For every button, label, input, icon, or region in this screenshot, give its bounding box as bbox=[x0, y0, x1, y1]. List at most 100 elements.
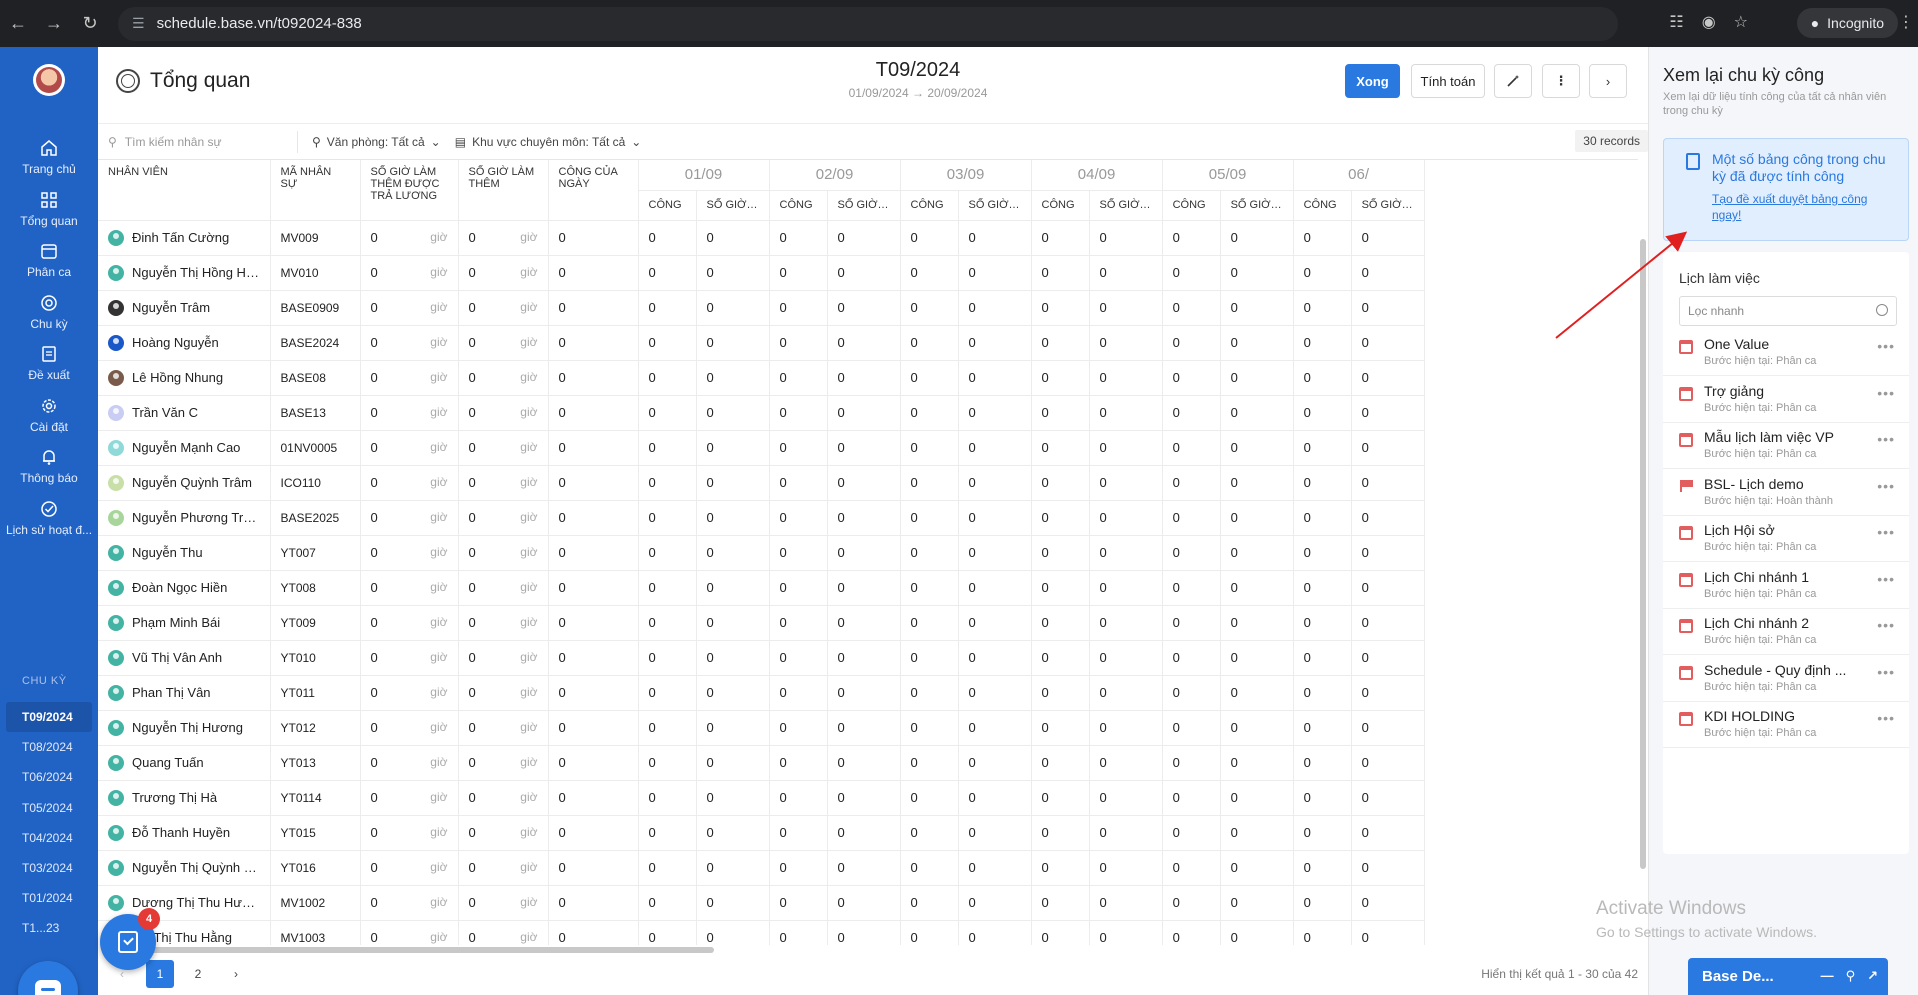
site-info-icon[interactable]: ☰ bbox=[132, 15, 145, 32]
more-horizontal-icon[interactable]: ••• bbox=[1877, 617, 1895, 633]
forward-icon[interactable]: → bbox=[36, 6, 72, 42]
star-icon[interactable]: ☆ bbox=[1734, 12, 1748, 32]
hours-input[interactable]: 0 giờ bbox=[469, 615, 538, 630]
search-icon[interactable]: ⚲ bbox=[1846, 968, 1856, 984]
hours-input[interactable]: 0 giờ bbox=[469, 370, 538, 385]
hours-input[interactable]: 0 giờ bbox=[469, 440, 538, 455]
schedule-item[interactable]: Lịch Chi nhánh 1 Bước hiện tại: Phân ca ••… bbox=[1663, 563, 1909, 609]
more-horizontal-icon[interactable]: ••• bbox=[1877, 571, 1895, 587]
hours-input[interactable]: 0 giờ bbox=[371, 440, 448, 455]
employee-cell[interactable]: Lê Hồng Nhung bbox=[108, 369, 260, 386]
employee-cell[interactable]: Nguyễn Mạnh Cao bbox=[108, 439, 260, 456]
next-period-button[interactable]: › bbox=[1589, 64, 1627, 98]
page-1-button[interactable]: 1 bbox=[146, 960, 174, 988]
more-horizontal-icon[interactable]: ••• bbox=[1877, 431, 1895, 447]
hours-input[interactable]: 0 giờ bbox=[371, 405, 448, 420]
sidebar-item-4[interactable]: Chu kỳ bbox=[0, 293, 98, 331]
hours-input[interactable]: 0 giờ bbox=[469, 825, 538, 840]
more-horizontal-icon[interactable]: ••• bbox=[1877, 385, 1895, 401]
base-widget[interactable]: Base De... — ⚲ ↗ bbox=[1688, 958, 1888, 995]
employee-cell[interactable]: Dương Thị Thu Hương bbox=[108, 894, 260, 911]
chat-button[interactable] bbox=[18, 961, 78, 995]
employee-cell[interactable]: Nguyễn Phương Trang bbox=[108, 509, 260, 526]
hours-input[interactable]: 0 giờ bbox=[371, 300, 448, 315]
incognito-badge[interactable]: ● Incognito bbox=[1796, 8, 1898, 38]
hours-input[interactable]: 0 giờ bbox=[371, 685, 448, 700]
hours-input[interactable]: 0 giờ bbox=[371, 510, 448, 525]
employee-cell[interactable]: Vũ Thị Vân Anh bbox=[108, 649, 260, 666]
create-approval-link[interactable]: Tạo đề xuất duyệt bảng công ngay! bbox=[1712, 191, 1898, 223]
back-icon[interactable]: ← bbox=[0, 6, 36, 42]
more-horizontal-icon[interactable]: ••• bbox=[1877, 664, 1895, 680]
employee-cell[interactable]: Phạm Minh Bái bbox=[108, 614, 260, 631]
employee-cell[interactable]: Nguyễn Trâm bbox=[108, 299, 260, 316]
hours-input[interactable]: 0 giờ bbox=[371, 825, 448, 840]
hours-input[interactable]: 0 giờ bbox=[469, 335, 538, 350]
cycle-item[interactable]: T09/2024 bbox=[6, 702, 92, 732]
hours-input[interactable]: 0 giờ bbox=[371, 545, 448, 560]
task-button[interactable]: 4 bbox=[100, 908, 160, 970]
reload-icon[interactable]: ↻ bbox=[72, 6, 108, 42]
minimize-icon[interactable]: — bbox=[1821, 968, 1834, 984]
employee-cell[interactable]: Nguyễn Thị Hồng Hạnh bbox=[108, 264, 260, 281]
more-horizontal-icon[interactable]: ••• bbox=[1877, 338, 1895, 354]
hours-input[interactable]: 0 giờ bbox=[469, 755, 538, 770]
calculate-button[interactable]: Tính toán bbox=[1411, 64, 1485, 98]
schedule-item[interactable]: KDI HOLDING Bước hiện tại: Phân ca ••• bbox=[1663, 702, 1909, 748]
hours-input[interactable]: 0 giờ bbox=[371, 370, 448, 385]
employee-cell[interactable]: Đỗ Thanh Huyền bbox=[108, 824, 260, 841]
hours-input[interactable]: 0 giờ bbox=[371, 475, 448, 490]
schedule-item[interactable]: Lịch Chi nhánh 2 Bước hiện tại: Phân ca ••… bbox=[1663, 609, 1909, 655]
employee-cell[interactable]: Trần Văn C bbox=[108, 404, 260, 421]
cycle-item[interactable]: T06/2024 bbox=[6, 762, 92, 792]
schedule-item[interactable]: Trợ giảng Bước hiện tại: Phân ca ••• bbox=[1663, 377, 1909, 423]
hours-input[interactable]: 0 giờ bbox=[371, 790, 448, 805]
hours-input[interactable]: 0 giờ bbox=[371, 930, 448, 945]
office-filter[interactable]: ⚲ Văn phòng: Tất cả ⌄ bbox=[312, 135, 441, 149]
sidebar-item-1[interactable]: Trang chủ bbox=[0, 138, 98, 176]
schedule-item[interactable]: BSL- Lịch demo Bước hiện tại: Hoàn thành •… bbox=[1663, 470, 1909, 516]
cycle-item[interactable]: T08/2024 bbox=[6, 732, 92, 762]
sidebar-item-6[interactable]: Cài đặt bbox=[0, 396, 98, 434]
quick-filter-input[interactable]: Lọc nhanh bbox=[1679, 296, 1897, 326]
employee-cell[interactable]: Đinh Tấn Cường bbox=[108, 229, 260, 246]
hours-input[interactable]: 0 giờ bbox=[371, 720, 448, 735]
cycle-item[interactable]: T01/2024 bbox=[6, 883, 92, 913]
sidebar-item-2[interactable]: Tổng quan bbox=[0, 190, 98, 228]
hours-input[interactable]: 0 giờ bbox=[469, 685, 538, 700]
hours-input[interactable]: 0 giờ bbox=[371, 755, 448, 770]
more-horizontal-icon[interactable]: ••• bbox=[1877, 710, 1895, 726]
employee-cell[interactable]: Nguyễn Quỳnh Trâm bbox=[108, 474, 260, 491]
eye-off-icon[interactable]: ◉ bbox=[1702, 12, 1716, 32]
hours-input[interactable]: 0 giờ bbox=[469, 895, 538, 910]
hours-input[interactable]: 0 giờ bbox=[469, 545, 538, 560]
hours-input[interactable]: 0 giờ bbox=[371, 650, 448, 665]
schedule-item[interactable]: One Value Bước hiện tại: Phân ca ••• bbox=[1663, 330, 1909, 376]
external-link-icon[interactable]: ↗ bbox=[1867, 968, 1878, 984]
cycle-item[interactable]: T04/2024 bbox=[6, 823, 92, 853]
employee-cell[interactable]: Nguyễn Thu bbox=[108, 544, 260, 561]
hours-input[interactable]: 0 giờ bbox=[371, 265, 448, 280]
employee-cell[interactable]: Quang Tuấn bbox=[108, 754, 260, 771]
address-bar[interactable]: ☰ schedule.base.vn/t092024-838 bbox=[118, 6, 1618, 41]
sidebar-item-3[interactable]: Phân ca bbox=[0, 241, 98, 279]
sidebar-item-8[interactable]: Lịch sử hoạt đ... bbox=[0, 499, 98, 537]
sidebar-item-5[interactable]: Đề xuất bbox=[0, 344, 98, 382]
cycle-item[interactable]: T1...23 bbox=[6, 913, 92, 943]
hours-input[interactable]: 0 giờ bbox=[371, 580, 448, 595]
schedule-item[interactable]: Mẫu lịch làm việc VP Bước hiện tại: Phân … bbox=[1663, 423, 1909, 469]
employee-cell[interactable]: Nguyễn Thị Quỳnh Phươ... bbox=[108, 859, 260, 876]
next-page-button[interactable]: › bbox=[222, 960, 250, 988]
employee-cell[interactable]: Nguyễn Thị Hương bbox=[108, 719, 260, 736]
hours-input[interactable]: 0 giờ bbox=[371, 230, 448, 245]
hours-input[interactable]: 0 giờ bbox=[469, 300, 538, 315]
hours-input[interactable]: 0 giờ bbox=[469, 650, 538, 665]
translate-icon[interactable]: ☷ bbox=[1669, 12, 1683, 32]
hours-input[interactable]: 0 giờ bbox=[469, 580, 538, 595]
more-options-button[interactable]: ⋮ bbox=[1542, 64, 1580, 98]
employee-cell[interactable]: Trương Thị Hà bbox=[108, 789, 260, 806]
employee-search[interactable]: ⚲ Tìm kiếm nhân sự bbox=[98, 130, 298, 153]
more-horizontal-icon[interactable]: ••• bbox=[1877, 478, 1895, 494]
more-horizontal-icon[interactable]: ••• bbox=[1877, 524, 1895, 540]
hours-input[interactable]: 0 giờ bbox=[469, 510, 538, 525]
